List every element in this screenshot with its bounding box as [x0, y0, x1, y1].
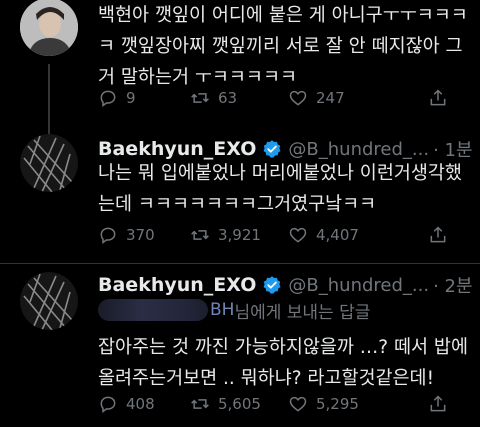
reply-icon [100, 227, 116, 244]
user-handle[interactable]: @B_hundred_... [288, 139, 429, 160]
reply-button[interactable]: 370 [98, 223, 155, 247]
reply-icon [100, 90, 116, 107]
like-count: 247 [316, 89, 345, 107]
heart-icon [289, 396, 307, 412]
tweet-text: 백현아 깻잎이 어디에 붙은 게 아니구ㅜㅜㅋㅋㅋ ㅋ 깻잎장아찌 깻잎끼리 서… [98, 0, 468, 93]
blurred-handle [98, 299, 208, 321]
like-count: 4,407 [316, 226, 359, 244]
verified-badge-icon [263, 276, 281, 294]
tweet-text-line: 는데 ㅋㅋㅋㅋㅋㅋㅋ그거였구낰ㅋㅋ [98, 194, 377, 215]
reply-count: 370 [126, 226, 155, 244]
retweet-count: 3,921 [218, 226, 261, 244]
tweet-text-line: 잡아주는 것 까진 가능하지않을까 …? 떼서 밥에 [98, 337, 468, 358]
user-avatar[interactable] [20, 0, 78, 56]
tweet-divider [0, 263, 480, 264]
retweet-button[interactable]: 5,605 [190, 392, 261, 416]
display-name[interactable]: Baekhyun_EXO [98, 274, 256, 296]
retweet-icon [191, 399, 209, 409]
heart-icon [289, 227, 307, 243]
like-button[interactable]: 5,295 [288, 392, 359, 416]
tweet-2[interactable]: Baekhyun_EXO @B_hundred_... · 1분 나는 뭐 입에… [0, 134, 480, 260]
user-handle[interactable]: @B_hundred_... [288, 275, 429, 296]
tweet-1[interactable]: 백현아 깻잎이 어디에 붙은 게 아니구ㅜㅜㅋㅋㅋ ㅋ 깻잎장아찌 깻잎끼리 서… [0, 0, 480, 134]
reply-to-label: 님에게 보내는 답글 [234, 302, 371, 323]
retweet-icon [191, 230, 209, 240]
reply-button[interactable]: 408 [98, 392, 155, 416]
tweet-actions: 9 63 247 [98, 86, 478, 110]
reply-count: 408 [126, 395, 155, 413]
tweet-text-line: 백현아 깻잎이 어디에 붙은 게 아니구ㅜㅜㅋㅋㅋ [98, 5, 468, 26]
tweet-3[interactable]: Baekhyun_EXO @B_hundred_... · 2분 BH 님에게 … [0, 272, 480, 427]
thread-line [48, 64, 50, 134]
share-button[interactable] [428, 223, 456, 247]
like-button[interactable]: 4,407 [288, 223, 359, 247]
heart-icon [289, 90, 307, 106]
tweet-text-line: ㅋ 깻잎장아찌 깻잎끼리 서로 잘 안 떼지잖아 그 [98, 36, 463, 57]
like-button[interactable]: 247 [288, 86, 345, 110]
retweet-icon [191, 93, 209, 103]
share-button[interactable] [428, 86, 456, 110]
share-icon [430, 395, 446, 412]
like-count: 5,295 [316, 395, 359, 413]
tweet-actions: 370 3,921 4,407 [98, 223, 478, 247]
reply-button[interactable]: 9 [98, 86, 136, 110]
retweet-count: 63 [218, 89, 238, 107]
reply-count: 9 [126, 89, 136, 107]
reply-icon [100, 396, 116, 413]
tweet-text-line: 나는 뭐 입에붙었나 머리에붙었나 이런거생각했 [98, 163, 462, 184]
tweet-text: 잡아주는 것 까진 가능하지않을까 …? 떼서 밥에 올려주는거보면 .. 뭐하… [98, 332, 468, 394]
share-icon [430, 226, 446, 243]
retweet-button[interactable]: 63 [190, 86, 237, 110]
tweet-text: 나는 뭐 입에붙었나 머리에붙었나 이런거생각했 는데 ㅋㅋㅋㅋㅋㅋㅋ그거였구낰… [98, 158, 468, 220]
user-avatar[interactable] [20, 134, 78, 192]
tweet-header: Baekhyun_EXO @B_hundred_... · 2분 [98, 272, 473, 298]
retweet-count: 5,605 [218, 395, 261, 413]
retweet-button[interactable]: 3,921 [190, 223, 261, 247]
replying-to: BH 님에게 보내는 답글 [98, 296, 370, 324]
tweet-actions: 408 5,605 5,295 [98, 392, 478, 416]
display-name[interactable]: Baekhyun_EXO [98, 138, 256, 160]
share-button[interactable] [428, 392, 456, 416]
tweet-timestamp[interactable]: · 2분 [433, 272, 472, 298]
tweet-text-line: 올려주는거보면 .. 뭐하냐? 라고할것같은데! [98, 368, 434, 389]
verified-badge-icon [263, 140, 281, 158]
user-avatar[interactable] [20, 272, 78, 330]
reply-to-handle[interactable]: BH [210, 300, 234, 320]
share-icon [430, 89, 446, 106]
